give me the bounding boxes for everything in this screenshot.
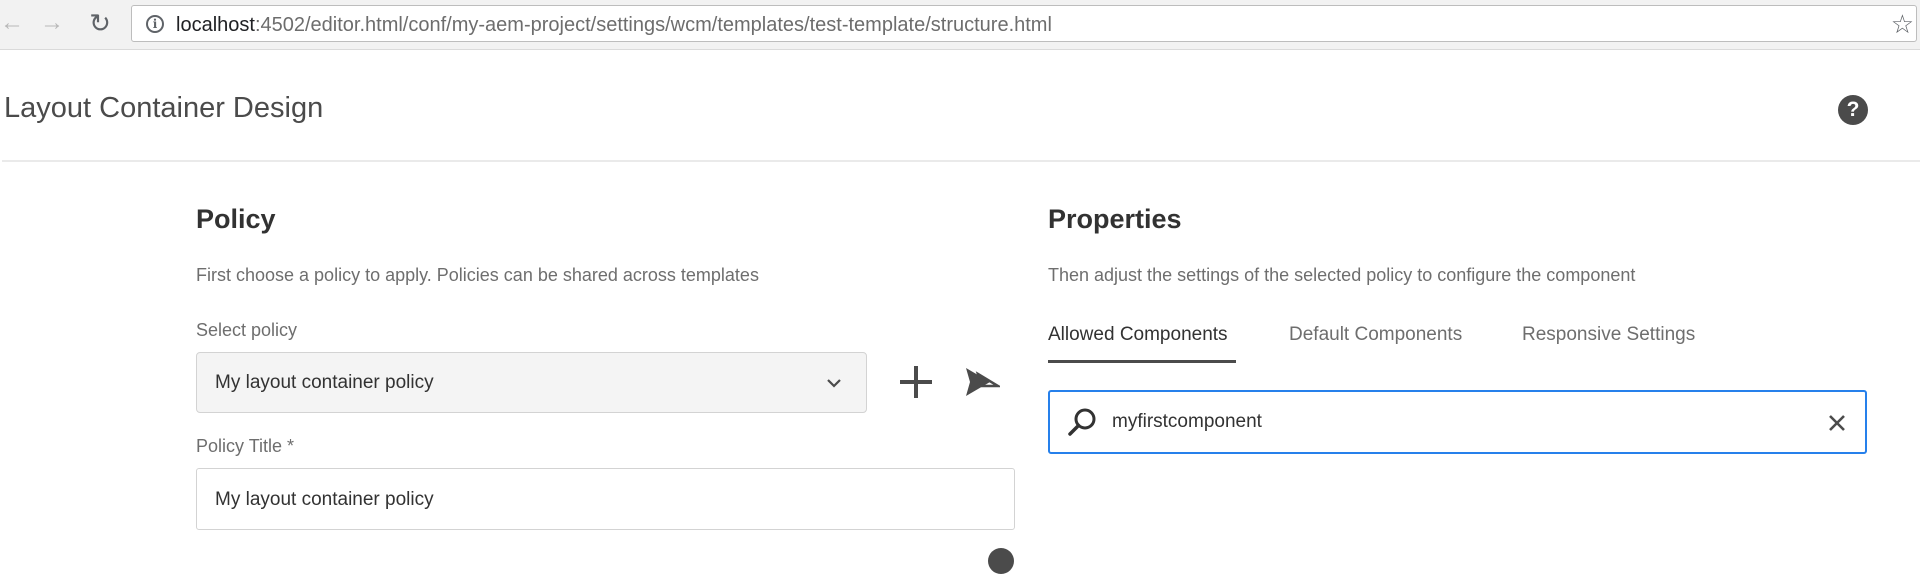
component-search-input[interactable]: myfirstcomponent (1048, 390, 1867, 454)
policy-title-input[interactable]: My layout container policy (196, 468, 1015, 530)
info-icon[interactable]: i (146, 15, 164, 33)
header-divider (2, 160, 1920, 162)
policy-description: First choose a policy to apply. Policies… (196, 265, 759, 285)
reload-icon[interactable]: ↻ (86, 9, 114, 37)
search-value: myfirstcomponent (1112, 411, 1262, 432)
help-icon[interactable] (988, 548, 1014, 574)
properties-heading: Properties (1048, 204, 1182, 234)
browser-toolbar: ← → ↻ i localhost:4502/editor.html/conf/… (0, 0, 1920, 50)
url-path: :4502/editor.html/conf/my-aem-project/se… (254, 14, 1052, 36)
active-tab-indicator (1048, 360, 1236, 363)
chevron-down-icon (827, 379, 841, 388)
select-policy-label: Select policy (196, 320, 298, 340)
url-host: localhost (176, 14, 255, 36)
dialog-title: Layout Container Design (4, 92, 324, 124)
policy-heading: Policy (196, 204, 276, 234)
address-bar[interactable]: i localhost:4502/editor.html/conf/my-aem… (131, 5, 1917, 42)
help-icon[interactable]: ? (1838, 95, 1868, 125)
policy-title-label: Policy Title * (196, 436, 295, 456)
tab-allowed-components[interactable]: Allowed Components (1048, 324, 1228, 346)
star-icon[interactable]: ☆ (1891, 11, 1914, 37)
properties-description: Then adjust the settings of the selected… (1048, 265, 1636, 285)
url-text[interactable]: localhost:4502/editor.html/conf/my-aem-p… (176, 15, 1052, 35)
close-icon[interactable] (1827, 413, 1847, 433)
add-policy-icon[interactable] (896, 362, 936, 402)
forward-arrow-icon[interactable]: → (38, 9, 66, 37)
policy-select-value: My layout container policy (215, 372, 434, 393)
tab-default-components[interactable]: Default Components (1289, 324, 1462, 346)
policy-title-value: My layout container policy (215, 489, 434, 510)
policy-select[interactable]: My layout container policy (196, 352, 867, 413)
tab-responsive-settings[interactable]: Responsive Settings (1522, 324, 1695, 346)
search-icon (1068, 408, 1096, 436)
duplicate-policy-icon[interactable] (962, 364, 1000, 400)
back-arrow-icon[interactable]: ← (0, 9, 26, 37)
